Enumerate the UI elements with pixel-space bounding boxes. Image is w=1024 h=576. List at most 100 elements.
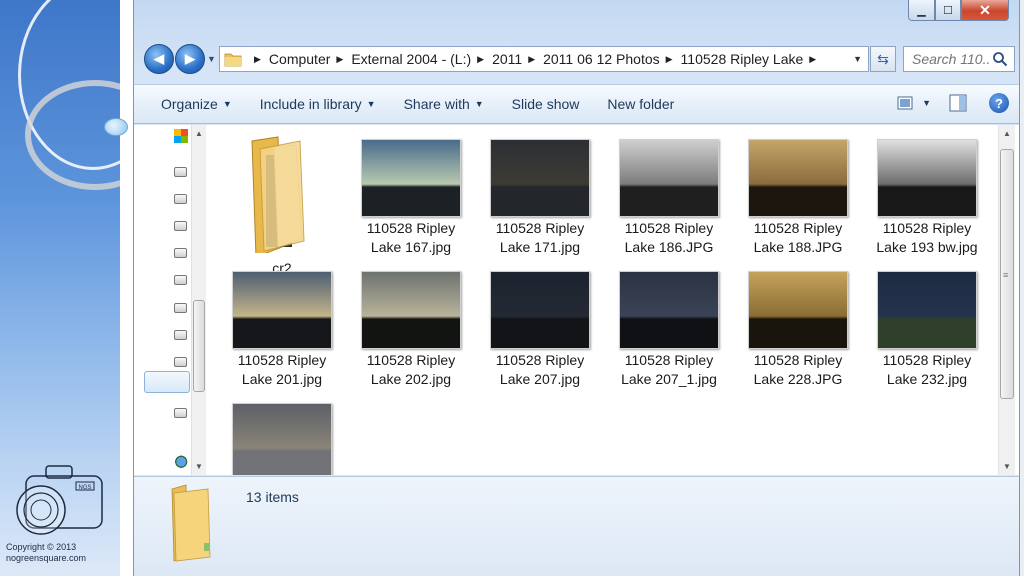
items-count: 13 items — [246, 489, 299, 505]
photo-thumbnail — [748, 271, 848, 349]
file-item[interactable]: 110528 Ripley Lake 186.JPG — [609, 129, 729, 255]
search-input[interactable] — [912, 51, 990, 67]
close-button[interactable]: ✕ — [961, 0, 1009, 21]
breadcrumb-item[interactable]: 2011 06 12 Photos — [543, 51, 660, 67]
chevron-down-icon: ▼ — [474, 99, 484, 109]
camera-logo-icon: NGS — [16, 465, 103, 535]
scroll-down-icon[interactable]: ▼ — [195, 462, 203, 471]
address-bar[interactable]: ▶ Computer ▶ External 2004 - (L:) ▶ 2011 ▶ 2011… — [219, 46, 869, 72]
file-item[interactable]: 110528 Ripley Lake 207_1.jpg — [609, 261, 729, 387]
share-with-label: Share with — [403, 96, 470, 112]
recent-pages-dropdown[interactable]: ▼ — [207, 54, 216, 64]
preview-pane-button[interactable] — [947, 93, 969, 113]
breadcrumb: ▶ Computer ▶ External 2004 - (L:) ▶ 2011 ▶ 2011… — [248, 51, 824, 67]
caption-buttons: ▁ ☐ ✕ — [908, 0, 1009, 24]
file-item[interactable]: 110528 Ripley Lake 171.jpg — [480, 129, 600, 255]
slide-background: NGS Copyright © 2013 nogreensquare.com — [0, 0, 120, 576]
copyright-line: Copyright © 2013 — [6, 542, 77, 552]
search-icon[interactable] — [992, 51, 1008, 67]
drive-icon[interactable] — [174, 330, 187, 340]
breadcrumb-item[interactable]: 2011 — [492, 51, 522, 67]
new-folder-button[interactable]: New folder — [593, 96, 688, 112]
file-item[interactable] — [222, 393, 342, 475]
selected-drive-item[interactable] — [144, 371, 190, 393]
photo-thumbnail — [361, 271, 461, 349]
photo-thumbnail — [877, 139, 977, 217]
drive-icon[interactable] — [174, 357, 187, 367]
breadcrumb-item[interactable]: External 2004 - (L:) — [351, 51, 471, 67]
file-list-scrollbar[interactable]: ▲ ≡ ▼ — [998, 125, 1015, 475]
drive-icon[interactable] — [174, 167, 187, 177]
navigation-scrollbar[interactable]: ▲ ▼ — [191, 125, 206, 475]
organize-menu[interactable]: Organize ▼ — [134, 96, 246, 112]
navigation-bar: ◀ ▶ ▼ ▶ Computer ▶ External 2004 - (L:) ▶ 201… — [134, 40, 1019, 80]
chevron-down-icon: ▼ — [366, 99, 376, 109]
file-item[interactable]: 110528 Ripley Lake 207.jpg — [480, 261, 600, 387]
network-icon[interactable] — [174, 455, 190, 470]
file-name-label: 110528 Ripley Lake 167.jpg — [366, 220, 456, 255]
help-button[interactable]: ? — [989, 93, 1009, 113]
file-name-label: 110528 Ripley Lake 201.jpg — [237, 352, 327, 387]
scroll-down-icon[interactable]: ▼ — [1003, 462, 1011, 471]
drive-icon[interactable] — [174, 194, 187, 204]
back-arrow-icon: ◀ — [154, 51, 164, 66]
drive-icon[interactable] — [174, 275, 187, 285]
photo-thumbnail — [877, 271, 977, 349]
preview-pane-icon — [949, 94, 967, 112]
slide-show-button[interactable]: Slide show — [498, 96, 594, 112]
drive-icon[interactable] — [174, 408, 187, 418]
breadcrumb-separator-icon[interactable]: ▶ — [666, 54, 673, 65]
include-in-library-menu[interactable]: Include in library ▼ — [246, 96, 390, 112]
file-name-label: 110528 Ripley Lake 193 bw.jpg — [876, 220, 978, 255]
navigation-pane: ▲ ▼ — [134, 125, 206, 475]
minimize-button[interactable]: ▁ — [908, 0, 935, 21]
file-item[interactable]: 110528 Ripley Lake 188.JPG — [738, 129, 858, 255]
drive-icon[interactable] — [174, 248, 187, 258]
forward-arrow-icon: ▶ — [185, 51, 195, 66]
search-box — [903, 46, 1015, 72]
file-name-label: 110528 Ripley Lake 188.JPG — [753, 220, 843, 255]
photo-thumbnail — [361, 139, 461, 217]
file-item[interactable]: 110528 Ripley Lake 232.jpg — [867, 261, 987, 387]
file-item[interactable]: 110528 Ripley Lake 193 bw.jpg — [867, 129, 987, 255]
breadcrumb-item[interactable]: 110528 Ripley Lake — [681, 51, 804, 67]
windows-icon[interactable] — [174, 129, 188, 143]
refresh-button[interactable]: ⇆ — [870, 46, 896, 72]
forward-button[interactable]: ▶ — [175, 44, 205, 74]
scrollbar-thumb[interactable] — [193, 300, 205, 392]
details-pane: 13 items — [134, 476, 1019, 576]
svg-text:NGS: NGS — [78, 485, 91, 491]
view-dropdown[interactable]: ▼ — [922, 98, 931, 108]
breadcrumb-separator-icon[interactable]: ▶ — [809, 54, 816, 65]
breadcrumb-separator-icon[interactable]: ▶ — [336, 54, 343, 65]
breadcrumb-separator-icon[interactable]: ▶ — [528, 54, 535, 65]
scroll-up-icon[interactable]: ▲ — [195, 129, 203, 138]
breadcrumb-separator-icon[interactable]: ▶ — [254, 54, 261, 65]
breadcrumb-separator-icon[interactable]: ▶ — [477, 54, 484, 65]
address-dropdown[interactable]: ▼ — [853, 54, 862, 64]
file-item[interactable]: 110528 Ripley Lake 202.jpg — [351, 261, 471, 387]
chevron-down-icon: ▼ — [222, 99, 232, 109]
photo-thumbnail — [619, 271, 719, 349]
scroll-up-icon[interactable]: ▲ — [1003, 129, 1011, 138]
drive-icon[interactable] — [174, 221, 187, 231]
organize-label: Organize — [161, 96, 218, 112]
change-view-button[interactable] — [894, 93, 916, 113]
drive-icon[interactable] — [174, 303, 187, 313]
photo-thumbnail — [490, 139, 590, 217]
folder-icon — [171, 484, 211, 562]
file-name-label: 110528 Ripley Lake 228.JPG — [753, 352, 843, 387]
maximize-button[interactable]: ☐ — [935, 0, 961, 21]
refresh-icon: ⇆ — [877, 50, 889, 67]
back-button[interactable]: ◀ — [144, 44, 174, 74]
photo-thumbnail — [232, 271, 332, 349]
file-item[interactable]: 110528 Ripley Lake 201.jpg — [222, 261, 342, 387]
photo-thumbnail — [619, 139, 719, 217]
decorative-dot — [104, 118, 128, 136]
file-item[interactable]: 110528 Ripley Lake 228.JPG — [738, 261, 858, 387]
include-in-library-label: Include in library — [259, 96, 362, 112]
breadcrumb-item[interactable]: Computer — [269, 51, 330, 67]
file-item[interactable]: 110528 Ripley Lake 167.jpg — [351, 129, 471, 255]
file-name-label: 110528 Ripley Lake 186.JPG — [624, 220, 714, 255]
share-with-menu[interactable]: Share with ▼ — [390, 96, 498, 112]
